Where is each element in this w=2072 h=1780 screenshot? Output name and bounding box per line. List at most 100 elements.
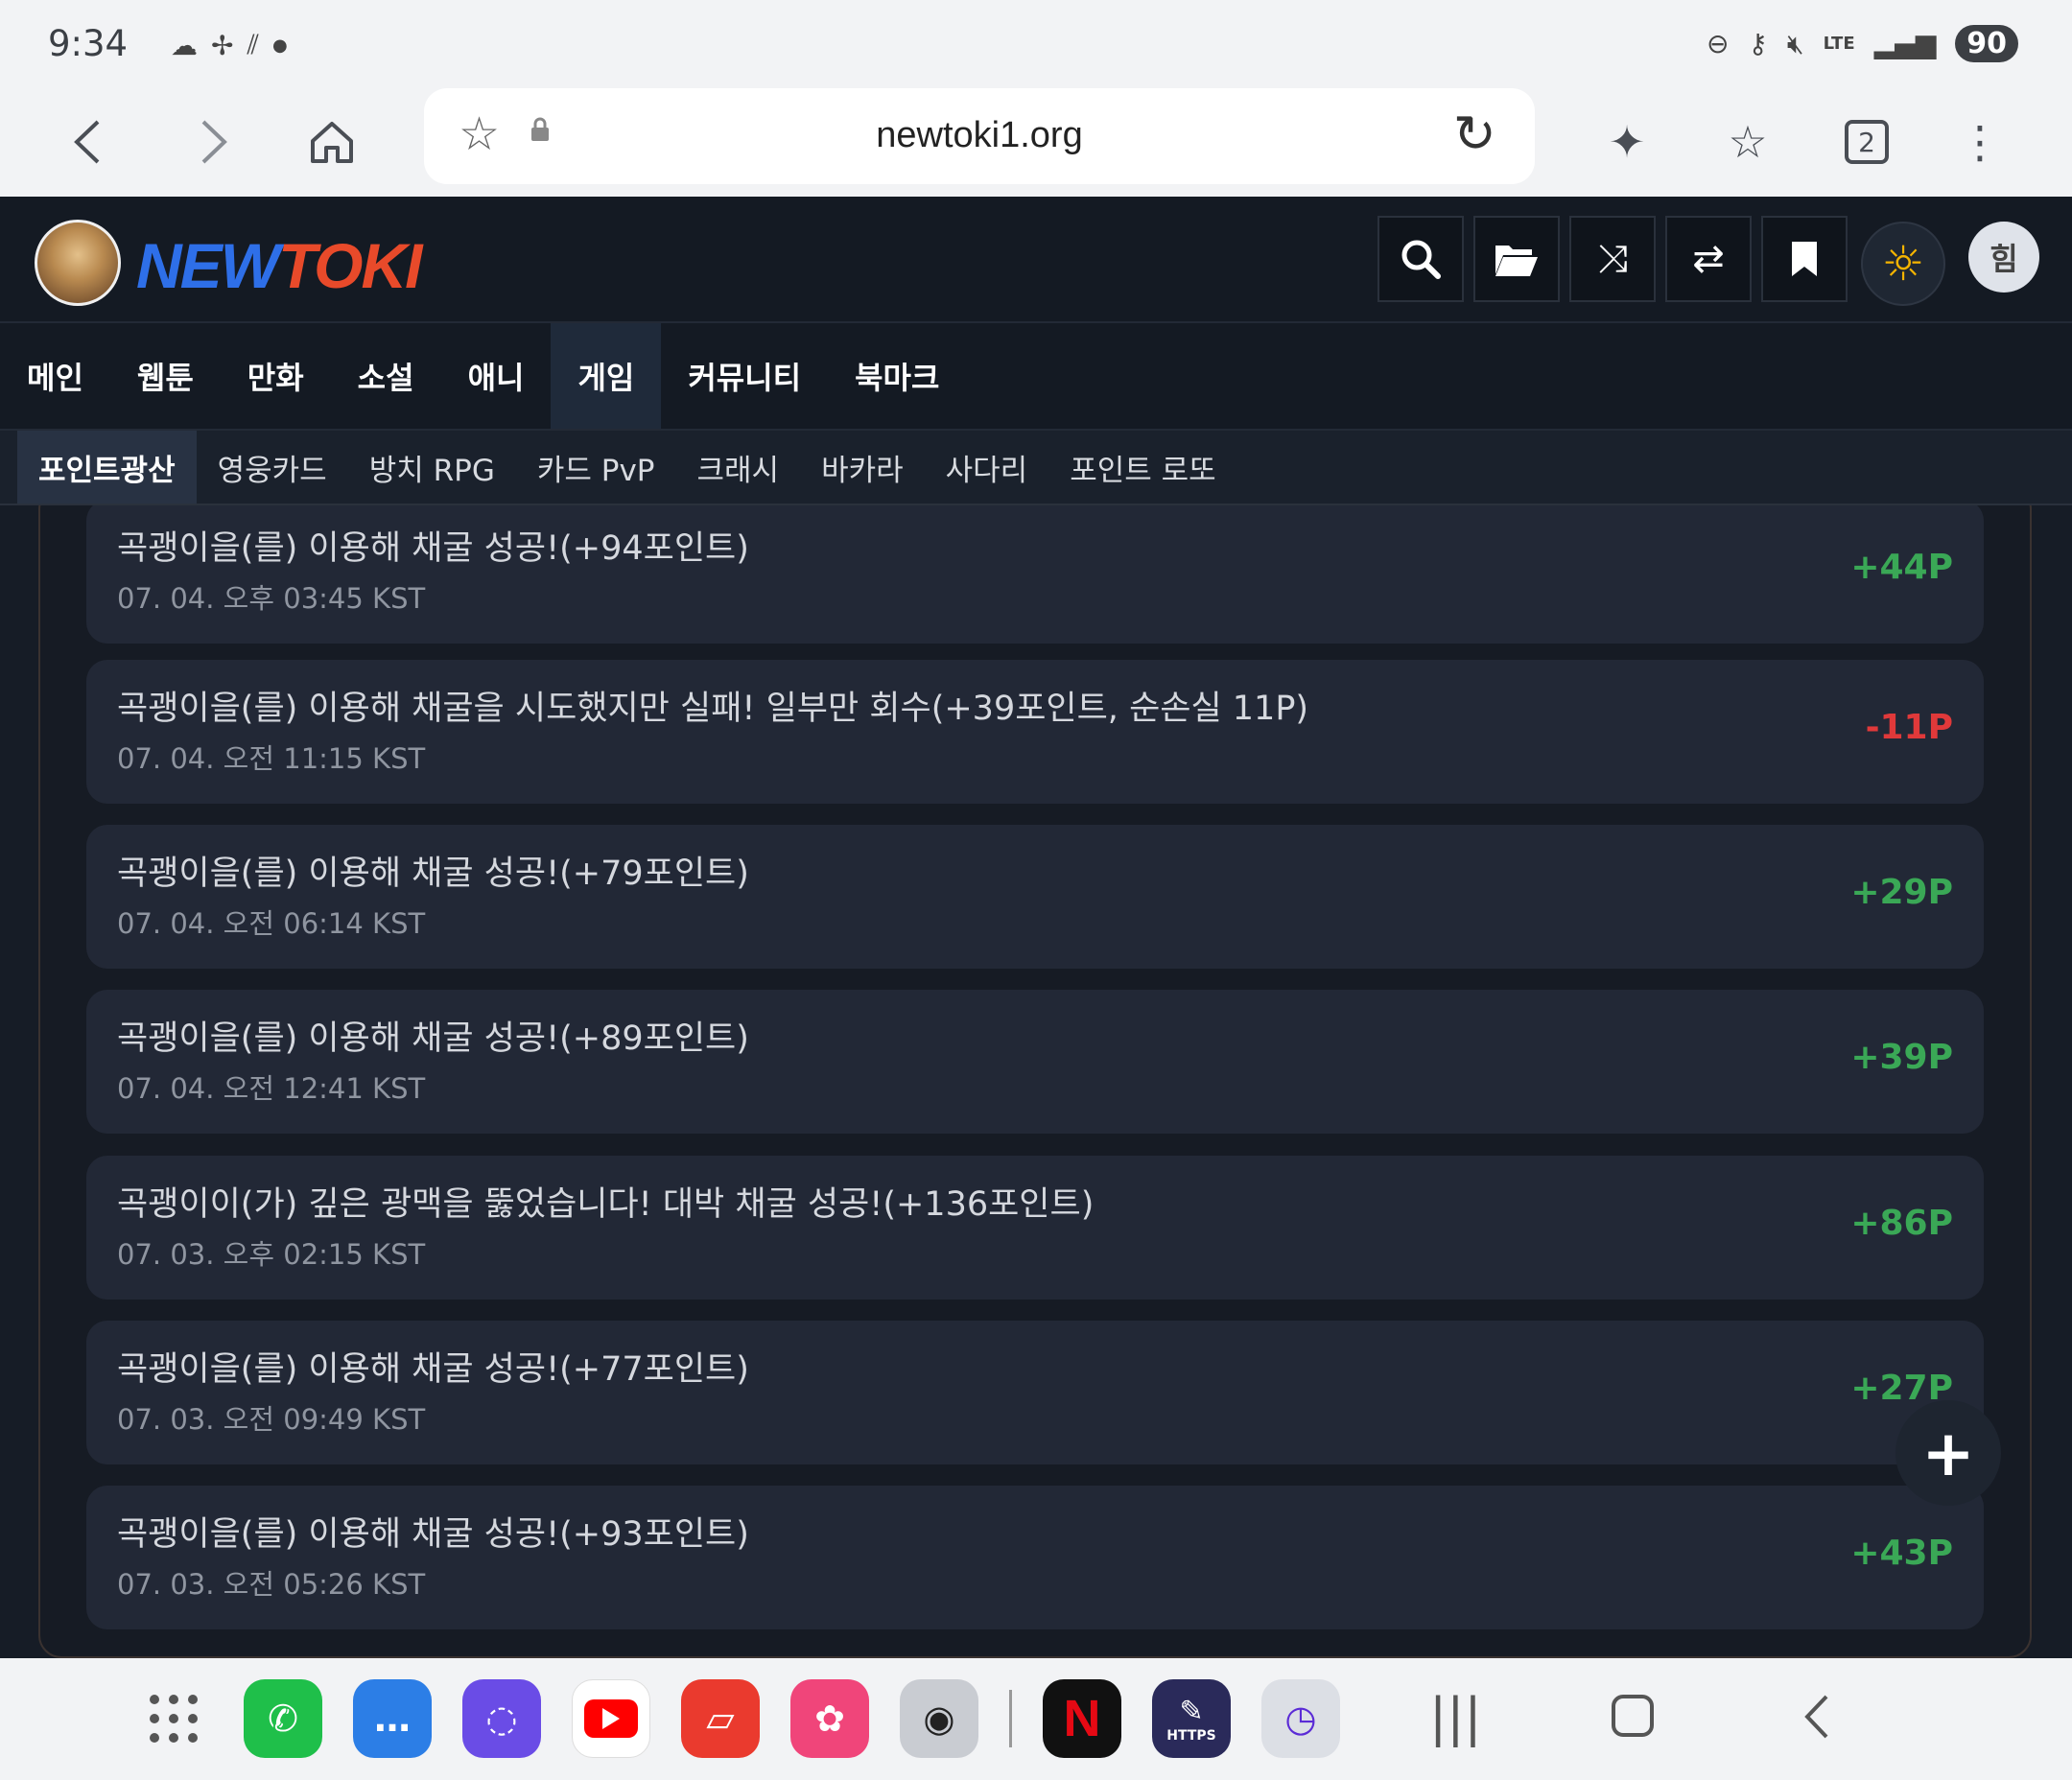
url-text[interactable]: newtoki1.org (424, 115, 1535, 156)
status-left-icons: ☁ ✢ ⫽ ● (171, 29, 288, 61)
swap-icon[interactable]: ⇄ (1665, 216, 1752, 302)
game-sub-nav: 포인트광산 영웅카드 방치 RPG 카드 PvP 크래시 바카라 사다리 포인트… (0, 431, 2072, 505)
signal-icon: ▂▄▆ (1873, 28, 1937, 59)
sub-tab-point-mine[interactable]: 포인트광산 (17, 431, 197, 504)
mute-icon: 🔇︎ (1786, 27, 1804, 59)
logo-part-new: NEW (136, 230, 280, 301)
header-buttons: ⤨ ⇄ (1377, 216, 1848, 302)
lte-label: LTE (1823, 34, 1855, 54)
site-logo-avatar[interactable] (35, 220, 121, 306)
history-points: +43P (1850, 1534, 1953, 1573)
history-item: 곡괭이을(를) 이용해 채굴 성공!(+77포인트) 07. 03. 오전 09… (86, 1321, 1984, 1464)
https-app-glyph: ✎ (1179, 1694, 1204, 1728)
main-nav: 메인 웹툰 만화 소설 애니 게임 커뮤니티 북마크 (0, 323, 2072, 431)
status-bar: 9:34 ☁ ✢ ⫽ ● ⊖ ⚷ 🔇︎ LTE ▂▄▆ 90 (0, 0, 2072, 88)
tabs-icon[interactable]: 2 (1832, 107, 1901, 176)
gallery-app-icon[interactable]: ✿ (790, 1679, 869, 1758)
https-app-label: HTTPS (1166, 1727, 1216, 1744)
shuffle-icon[interactable]: ⤨ (1569, 216, 1656, 302)
mining-history: 곡괭이을(를) 이용해 채굴 성공!(+94포인트) 07. 04. 오후 03… (0, 505, 2072, 1658)
history-desc: 곡괭이을(를) 이용해 채굴 성공!(+94포인트) (117, 529, 749, 568)
sub-tab-card-pvp[interactable]: 카드 PvP (516, 431, 676, 504)
status-time: 9:34 (48, 23, 129, 64)
address-bar[interactable]: ☆ newtoki1.org ↻ (424, 88, 1535, 184)
internet-app-icon[interactable]: ◌ (462, 1679, 541, 1758)
sun-icon[interactable]: ☼ (1861, 222, 1945, 306)
apps-grid-icon[interactable] (134, 1679, 213, 1758)
history-desc: 곡괭이을(를) 이용해 채굴 성공!(+93포인트) (117, 1515, 749, 1554)
nav-tab-main[interactable]: 메인 (0, 323, 110, 429)
history-item: 곡괭이을(를) 이용해 채굴 성공!(+89포인트) 07. 04. 오전 12… (86, 990, 1984, 1134)
history-item: 곡괭이을(를) 이용해 채굴을 시도했지만 실패! 일부만 회수(+39포인트,… (86, 660, 1984, 804)
recents-icon[interactable]: ||| (1429, 1687, 1482, 1747)
forward-icon[interactable] (178, 107, 247, 176)
site-logo[interactable]: NEWTOKI (136, 229, 422, 302)
history-desc: 곡괭이을(를) 이용해 채굴 성공!(+77포인트) (117, 1350, 749, 1389)
camera-app-icon[interactable]: ◉ (900, 1679, 978, 1758)
bookmarks-star-icon[interactable]: ☆ (1713, 107, 1782, 176)
history-desc: 곡괭이을(를) 이용해 채굴 성공!(+89포인트) (117, 1019, 749, 1058)
clock-app-icon[interactable]: ◷ (1261, 1679, 1340, 1758)
search-icon[interactable] (1377, 216, 1464, 302)
plus-icon[interactable]: + (1895, 1400, 2001, 1506)
history-points: +86P (1850, 1204, 1953, 1243)
phone-app-icon[interactable]: ✆ (244, 1679, 322, 1758)
netflix-app-icon[interactable]: N (1043, 1679, 1121, 1758)
tab-count: 2 (1845, 120, 1889, 164)
history-points: +44P (1850, 548, 1953, 587)
cloud-icon: ☁ (171, 29, 198, 61)
dnd-icon: ⊖ (1706, 28, 1730, 59)
back-icon[interactable] (54, 107, 123, 176)
history-points: -11P (1865, 708, 1953, 747)
messages-app-icon[interactable]: … (353, 1679, 432, 1758)
nav-tab-bookmark[interactable]: 북마크 (828, 323, 966, 429)
ai-sparkle-icon[interactable]: ✦ (1592, 107, 1661, 176)
history-date: 07. 04. 오전 06:14 KST (117, 907, 426, 940)
history-date: 07. 03. 오전 09:49 KST (117, 1403, 426, 1436)
history-item: 곡괭이을(를) 이용해 채굴 성공!(+79포인트) 07. 04. 오전 06… (86, 825, 1984, 969)
sub-tab-baccarat[interactable]: 바카라 (800, 431, 925, 504)
history-points: +39P (1850, 1038, 1953, 1077)
history-item: 곡괭이이(가) 깊은 광맥을 뚫었습니다! 대박 채굴 성공!(+136포인트)… (86, 1156, 1984, 1300)
folder-open-icon[interactable] (1473, 216, 1560, 302)
sub-tab-crash[interactable]: 크래시 (676, 431, 801, 504)
back-button-icon[interactable] (1800, 1687, 1834, 1753)
sub-tab-idle-rpg[interactable]: 방치 RPG (348, 431, 516, 504)
history-item: 곡괭이을(를) 이용해 채굴 성공!(+93포인트) 07. 03. 오전 05… (86, 1486, 1984, 1629)
history-date: 07. 04. 오전 11:15 KST (117, 742, 426, 775)
more-menu-icon[interactable]: ⋮ (1945, 107, 2014, 176)
nav-tab-manga[interactable]: 만화 (221, 323, 331, 429)
reload-icon[interactable]: ↻ (1453, 104, 1496, 164)
sub-tab-ladder[interactable]: 사다리 (925, 431, 1049, 504)
dock-divider (1009, 1690, 1012, 1747)
home-icon[interactable] (297, 107, 366, 176)
browser-toolbar: ☆ newtoki1.org ↻ ✦ ☆ 2 ⋮ (0, 88, 2072, 197)
notes-app-icon[interactable]: ▱ (681, 1679, 760, 1758)
history-date: 07. 04. 오전 12:41 KST (117, 1072, 426, 1105)
nav-tab-anime[interactable]: 애니 (441, 323, 552, 429)
dock-apps: ✆ … ◌ ▱ ✿ ◉ N ✎ HTTPS ◷ (134, 1679, 1340, 1758)
history-points: +29P (1850, 873, 1953, 912)
user-avatar[interactable]: 힘 (1968, 222, 2039, 293)
history-item: 곡괭이을(를) 이용해 채굴 성공!(+94포인트) 07. 04. 오후 03… (86, 505, 1984, 644)
key-icon: ⚷ (1748, 28, 1768, 59)
https-app-icon[interactable]: ✎ HTTPS (1152, 1679, 1231, 1758)
history-date: 07. 03. 오후 02:15 KST (117, 1238, 426, 1271)
bookmark-icon[interactable] (1761, 216, 1848, 302)
system-nav-bar: ✆ … ◌ ▱ ✿ ◉ N ✎ HTTPS ◷ ||| (0, 1658, 2072, 1780)
youtube-app-icon[interactable] (572, 1679, 650, 1758)
home-button-icon[interactable] (1612, 1687, 1654, 1737)
nav-tab-game[interactable]: 게임 (551, 323, 662, 429)
battery-level: 90 (1955, 25, 2018, 62)
nav-tab-novel[interactable]: 소설 (331, 323, 441, 429)
history-desc: 곡괭이이(가) 깊은 광맥을 뚫었습니다! 대박 채굴 성공!(+136포인트) (117, 1185, 1095, 1224)
nav-tab-webtoon[interactable]: 웹툰 (110, 323, 221, 429)
sub-tab-point-lotto[interactable]: 포인트 로또 (1048, 431, 1236, 504)
logo-part-toki: TOKI (277, 230, 422, 301)
dot-icon: ● (271, 35, 288, 56)
status-right-icons: ⊖ ⚷ 🔇︎ LTE ▂▄▆ 90 (1707, 25, 2018, 62)
nav-tab-community[interactable]: 커뮤니티 (661, 323, 828, 429)
history-date: 07. 04. 오후 03:45 KST (117, 582, 426, 615)
history-date: 07. 03. 오전 05:26 KST (117, 1568, 426, 1601)
sub-tab-hero-card[interactable]: 영웅카드 (197, 431, 348, 504)
